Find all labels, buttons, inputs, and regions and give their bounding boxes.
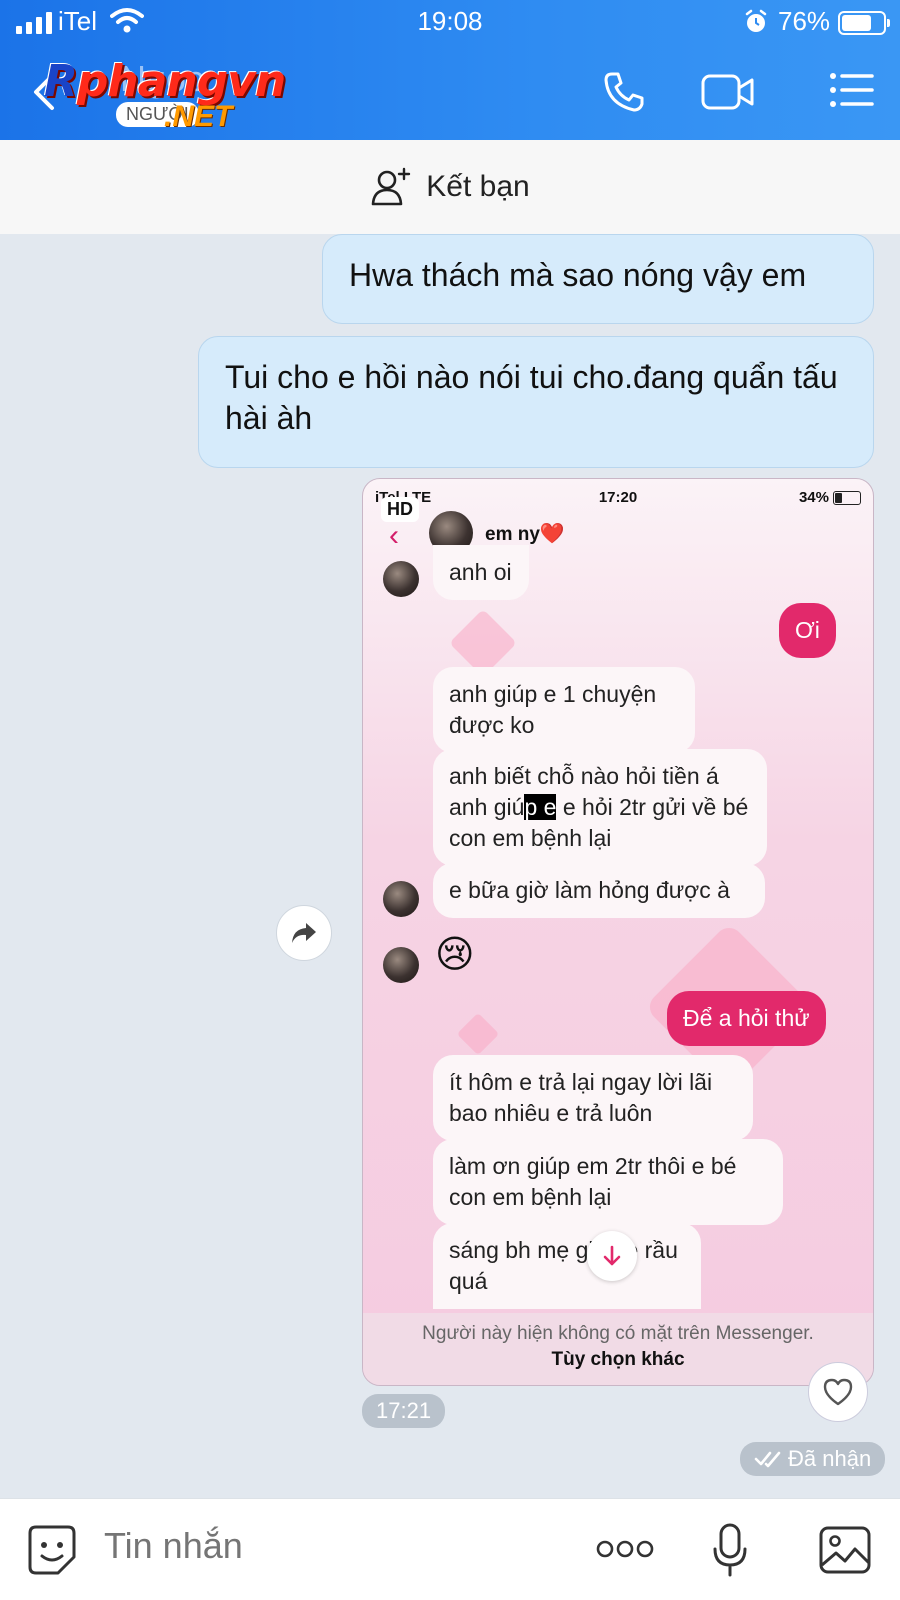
screenshot-contact-name: em ny❤️ [485,521,565,546]
image-message[interactable]: iTel LTE 17:20 34% HD ‹ em ny❤️ anh oi Ơ… [362,478,874,1386]
delivery-status: Đã nhận [740,1442,886,1476]
screenshot-outgoing-message: Ơi [779,603,836,658]
highlighted-text: p e [524,794,557,820]
forward-button[interactable] [276,905,332,961]
screenshot-incoming-message: e bữa giờ làm hỏng được à [433,863,765,918]
message-text-part: sáng bh mẹ g [449,1237,589,1263]
scroll-down-button [587,1231,637,1281]
message-timestamp: 17:21 [362,1394,446,1428]
battery-percent: 76% [778,6,831,36]
battery-icon [838,11,890,35]
image-icon[interactable] [818,1525,872,1575]
screenshot-footer: Người này hiện không có mặt trên Messeng… [363,1313,873,1385]
menu-icon[interactable] [828,70,874,110]
screenshot-outgoing-message: Để a hỏi thử [667,991,826,1046]
screenshot-back-icon: ‹ [389,519,399,552]
heart-emoji: ❤️ [539,523,565,545]
screenshot-clock: 17:20 [598,489,638,506]
heart-outline-icon [823,1378,853,1406]
screenshot-battery-icon [833,491,861,505]
screenshot-battery-fill [835,493,842,503]
screenshot-avatar [383,881,419,917]
message-bubble[interactable]: Tui cho e hồi nào nói tui cho.đang quẩn … [198,336,874,468]
screenshot-status-bar: iTel LTE 17:20 34% [363,487,873,511]
more-icon[interactable] [596,1539,654,1559]
alarm-icon [745,9,767,32]
more-options-label: Tùy chọn khác [551,1349,685,1370]
add-friend-button[interactable]: Kết bạn [0,140,900,234]
screenshot-incoming-message: sáng bh mẹ giên e rầu quá [433,1223,701,1309]
sticker-icon[interactable] [26,1523,78,1577]
composer-bar [0,1498,900,1600]
screenshot-contact-name-text: em ny [485,524,540,545]
crying-emoji: 😢 [435,934,475,976]
microphone-icon[interactable] [712,1523,748,1579]
watermark-logo: Rphangvn NGƯỜI .NET [44,56,334,140]
screenshot-avatar [383,947,419,983]
message-text: Hwa thách mà sao nóng vậy em [349,257,807,293]
double-check-icon [754,1451,781,1468]
screenshot-incoming-message: anh giúp e 1 chuyện được ko [433,667,695,753]
screenshot-incoming-message: ít hôm e trả lại ngay lời lãi bao nhiêu … [433,1055,753,1141]
background-heart [456,1012,500,1056]
arrow-down-icon [603,1245,621,1266]
status-bar: iTel 19:08 76% [0,0,900,46]
message-input[interactable] [104,1525,544,1567]
like-button[interactable] [808,1362,868,1422]
forward-icon [292,923,316,943]
battery-fill [842,15,872,31]
chat-header: iTel 19:08 76% Ngọc Rphangvn NGƯỜI .NET [0,0,900,140]
delivery-status-label: Đã nhận [788,1446,872,1471]
add-friend-icon [371,167,411,206]
add-friend-label: Kết bạn [426,170,530,203]
screenshot-incoming-message: anh oi [433,545,529,600]
phone-icon[interactable] [602,70,646,114]
offline-notice: Người này hiện không có mặt trên Messeng… [422,1323,814,1344]
video-call-icon[interactable] [700,70,756,114]
watermark-net: .NET [164,100,233,133]
message-text: Tui cho e hồi nào nói tui cho.đang quẩn … [225,359,838,436]
screenshot-incoming-message: anh biết chỗ nào hỏi tiền á anh giúp e e… [433,749,767,866]
screenshot-battery-percent: 34% [798,489,829,506]
screenshot-avatar [383,561,419,597]
hd-badge: HD [381,497,419,522]
screenshot-incoming-message: làm ơn giúp em 2tr thôi e bé con em bệnh… [433,1139,783,1225]
message-bubble[interactable]: Hwa thách mà sao nóng vậy em [322,234,874,324]
